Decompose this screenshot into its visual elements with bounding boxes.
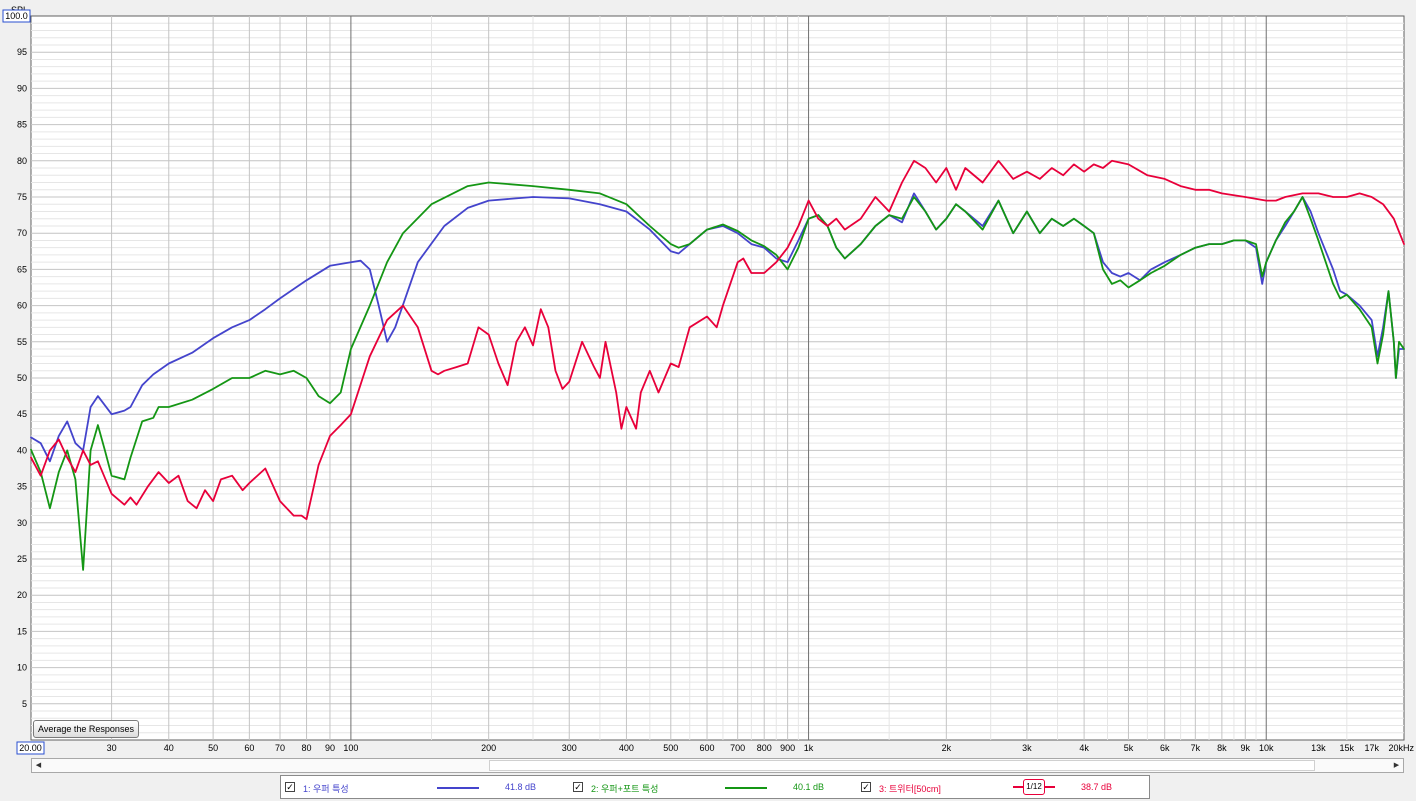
y-tick-label: 15	[17, 626, 27, 636]
x-tick-label: 15k	[1340, 743, 1355, 753]
legend-label-3: 3: 트위터[50cm]	[879, 784, 941, 794]
legend-swatch-2	[725, 787, 767, 789]
x-tick-label: 90	[325, 743, 335, 753]
x-tick-label: 40	[164, 743, 174, 753]
legend-checkbox-2[interactable]: ✓	[573, 782, 583, 792]
legend-entry-2: ✓ 2: 우퍼+포트 특성 40.1 dB	[569, 776, 859, 798]
y-tick-labels: 5 10 15 20 25 30 35 40 45 50 55 60 65 70 75 80 85 90 95	[17, 47, 27, 709]
y-top-value: 100.0	[5, 11, 28, 21]
x-tick-label: 800	[757, 743, 772, 753]
y-tick-label: 10	[17, 663, 27, 673]
x-tick-label: 9k	[1241, 743, 1251, 753]
x-tick-label: 13k	[1311, 743, 1326, 753]
x-tick-labels: 30 40 50 60 70 80 90 100 200 300 400 500 600 700 800 90…	[107, 743, 1415, 753]
legend-swatch-1	[437, 787, 479, 789]
legend-value-1: 41.8 dB	[505, 782, 537, 792]
scroll-left-icon[interactable]: ◀	[32, 759, 45, 772]
y-tick-label: 60	[17, 301, 27, 311]
y-tick-label: 25	[17, 554, 27, 564]
chart: 5 10 15 20 25 30 35 40 45 50 55 60 65 70 75 80 85 90 95 30…	[2, 5, 1415, 755]
y-tick-label: 50	[17, 373, 27, 383]
y-tick-label: 95	[17, 47, 27, 57]
y-tick-label: 45	[17, 409, 27, 419]
x-tick-label: 7k	[1191, 743, 1201, 753]
x-tick-label: 400	[619, 743, 634, 753]
x-tick-label: 50	[208, 743, 218, 753]
x-tick-label: 17k	[1364, 743, 1379, 753]
y-tick-label: 40	[17, 445, 27, 455]
x-tick-label: 6k	[1160, 743, 1170, 753]
smoothing-control[interactable]: 1/12	[1013, 779, 1055, 795]
x-tick-label: 3k	[1022, 743, 1032, 753]
y-tick-label: 55	[17, 337, 27, 347]
legend-value-2: 40.1 dB	[793, 782, 825, 792]
smoothing-label[interactable]: 1/12	[1023, 779, 1045, 795]
y-tick-label: 20	[17, 590, 27, 600]
x-tick-label: 70	[275, 743, 285, 753]
legend-label-1: 1: 우퍼 특성	[303, 784, 349, 794]
legend-checkbox-1[interactable]: ✓	[285, 782, 295, 792]
y-tick-label: 30	[17, 518, 27, 528]
legend-entry-1: ✓ 1: 우퍼 특성 41.8 dB	[281, 776, 571, 798]
y-tick-label: 65	[17, 264, 27, 274]
y-tick-label: 35	[17, 482, 27, 492]
x-tick-label: 300	[562, 743, 577, 753]
y-tick-label: 70	[17, 228, 27, 238]
y-tick-label: 75	[17, 192, 27, 202]
x-tick-label: 10k	[1259, 743, 1274, 753]
legend-label-2: 2: 우퍼+포트 특성	[591, 784, 659, 794]
x-tick-label: 4k	[1079, 743, 1089, 753]
x-tick-label: 500	[663, 743, 678, 753]
x-tick-label: 900	[780, 743, 795, 753]
x-tick-label: 600	[700, 743, 715, 753]
x-tick-label: 700	[730, 743, 745, 753]
x-tick-label: 60	[244, 743, 254, 753]
x-tick-label: 200	[481, 743, 496, 753]
legend: ✓ 1: 우퍼 특성 41.8 dB ✓ 2: 우퍼+포트 특성 40.1 dB…	[280, 775, 1150, 799]
y-tick-label: 85	[17, 120, 27, 130]
y-tick-label: 80	[17, 156, 27, 166]
y-tick-label: 5	[22, 699, 27, 709]
x-tick-label: 8k	[1217, 743, 1227, 753]
scroll-right-icon[interactable]: ▶	[1390, 759, 1403, 772]
x-tick-label: 2k	[942, 743, 952, 753]
y-tick-label: 90	[17, 83, 27, 93]
scroll-thumb[interactable]	[489, 760, 1315, 771]
x-tick-label: 1k	[804, 743, 814, 753]
x-tick-label: 80	[302, 743, 312, 753]
x-tick-label: 5k	[1124, 743, 1134, 753]
legend-checkbox-3[interactable]: ✓	[861, 782, 871, 792]
x-left-value: 20.00	[19, 743, 42, 753]
legend-entry-3: ✓ 3: 트위터[50cm] 1/12 38.7 dB	[857, 776, 1147, 798]
x-tick-label: 20kHz	[1388, 743, 1414, 753]
horizontal-scrollbar[interactable]: ◀ ▶	[31, 758, 1404, 773]
x-tick-label: 100	[343, 743, 358, 753]
x-tick-label: 30	[107, 743, 117, 753]
average-responses-button[interactable]: Average the Responses	[33, 720, 139, 738]
legend-value-3: 38.7 dB	[1081, 782, 1113, 792]
